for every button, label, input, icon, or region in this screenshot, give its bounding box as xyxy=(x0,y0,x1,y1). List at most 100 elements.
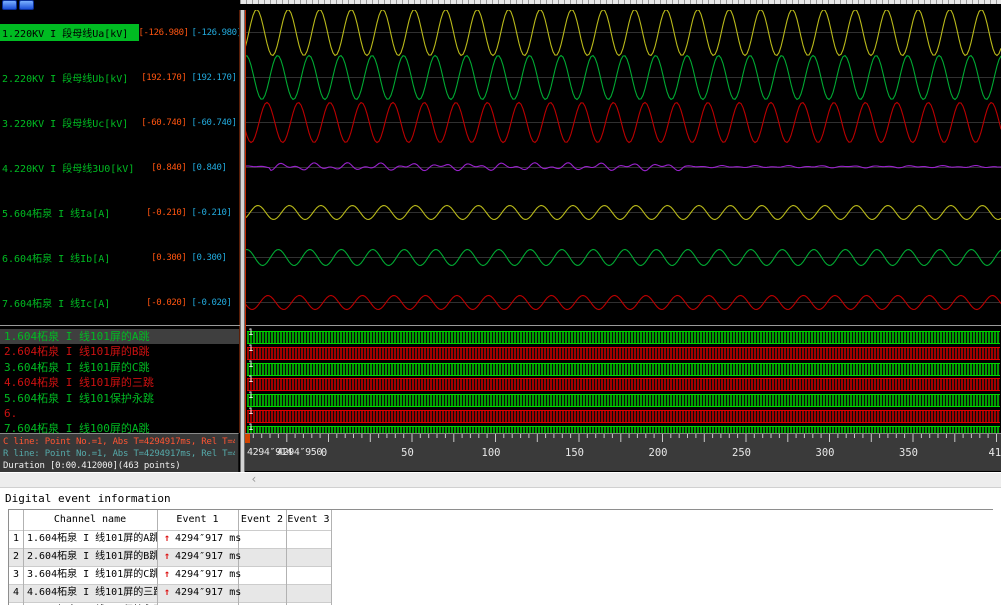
event-3-cell xyxy=(286,566,331,584)
digital-signal-bar xyxy=(247,363,1000,376)
event-row-number: 3 xyxy=(9,566,23,584)
analog-channel-name: 1.220KV I 段母线Ua[kV] xyxy=(0,24,139,41)
clipped-titlebar-text xyxy=(240,0,1001,4)
digital-state-flag: 1 xyxy=(248,391,253,401)
event-time: 4294″917 ms xyxy=(175,569,241,580)
event-1-cell: ↑4294″917 ms xyxy=(157,548,245,566)
digital-signal-row[interactable]: 1 xyxy=(245,425,1001,433)
analog-channel-value-primary: [-0.210] xyxy=(139,208,187,218)
digital-state-flag: 1 xyxy=(248,407,253,417)
digital-waveform-panel[interactable]: 1111111 xyxy=(245,326,1001,433)
analog-channel-name: 3.220KV I 段母线Uc[kV] xyxy=(0,114,139,131)
event-1-cell: ↑ 4294″917 ms xyxy=(157,530,245,548)
event-table-header-e2: Event 2 xyxy=(238,510,286,530)
event-time: 4294″917 ms xyxy=(175,587,241,598)
event-2-cell xyxy=(238,530,286,548)
digital-signal-row[interactable]: 1 xyxy=(245,330,1001,345)
analog-channel-row[interactable]: 3.220KV I 段母线Uc[kV][-60.740][-60.740] xyxy=(0,100,239,145)
analog-channel-value-secondary: [-126.980] xyxy=(192,28,239,38)
analog-channel-row[interactable]: 4.220KV I 段母线3U0[kV][0.840][0.840] xyxy=(0,145,239,190)
digital-channel-row[interactable]: 2.604柘泉 I 线101屏的B跳 xyxy=(0,344,239,359)
analog-channel-value-secondary: [192.170] xyxy=(191,73,239,83)
analog-channel-value-primary: [0.300] xyxy=(139,253,187,263)
waveform-analyzer-window: 1.220KV I 段母线Ua[kV][-126.980][-126.980]2… xyxy=(0,0,1001,605)
trip-rise-arrow-icon: ↑ xyxy=(164,569,170,580)
analog-waveform-svg xyxy=(245,10,1001,325)
digital-channel-row[interactable]: 4.604柘泉 I 线101屏的三跳 xyxy=(0,375,239,390)
svg-text:150: 150 xyxy=(565,447,584,459)
analog-channel-value-secondary: [-0.020] xyxy=(191,298,239,308)
digital-signal-bar xyxy=(247,426,1000,433)
analog-channel-row[interactable]: 1.220KV I 段母线Ua[kV][-126.980][-126.980] xyxy=(0,10,239,55)
cursor-line[interactable] xyxy=(245,10,246,433)
event-time: 4294″917 ms xyxy=(175,533,241,544)
analog-channel-row[interactable]: 5.604柘泉 I 线Ia[A][-0.210][-0.210] xyxy=(0,190,239,235)
top-toolbar-strip xyxy=(0,0,1001,10)
svg-text:350: 350 xyxy=(899,447,918,459)
svg-text:300: 300 xyxy=(816,447,835,459)
analog-channel-value-primary: [192.170] xyxy=(139,73,187,83)
analog-channel-value-secondary: [0.840] xyxy=(191,163,239,173)
digital-state-flag: 1 xyxy=(248,360,253,370)
analog-channel-row[interactable]: 6.604柘泉 I 线Ib[A][0.300][0.300] xyxy=(0,235,239,280)
trip-rise-arrow-icon: ↑ xyxy=(164,587,170,598)
analog-channel-name: 5.604柘泉 I 线Ia[A] xyxy=(0,204,139,221)
digital-signal-bar xyxy=(247,378,1000,391)
trip-rise-arrow-icon: ↑ xyxy=(164,533,170,544)
digital-signal-row[interactable]: 1 xyxy=(245,393,1001,408)
analog-channel-row[interactable]: 7.604柘泉 I 线Ic[A][-0.020][-0.020] xyxy=(0,280,239,325)
analog-channel-name: 4.220KV I 段母线3U0[kV] xyxy=(0,159,139,176)
digital-signal-bar xyxy=(247,394,1000,407)
digital-signal-bar xyxy=(247,331,1000,344)
event-channel-name: 4.604柘泉 I 线101屏的三跳 xyxy=(23,584,157,602)
event-1-cell: ↑ 4294″917 ms xyxy=(157,566,245,584)
event-2-cell xyxy=(238,548,286,566)
event-time: 4294″917 ms xyxy=(175,551,241,562)
analog-channel-value-secondary: [-60.740] xyxy=(191,118,239,128)
digital-signal-row[interactable]: 1 xyxy=(245,362,1001,377)
axis-abs-label: 4294″950 xyxy=(277,447,322,458)
axis-cursor-marker[interactable] xyxy=(245,434,250,443)
analog-channel-name: 6.604柘泉 I 线Ib[A] xyxy=(0,249,139,266)
analog-channel-value-secondary: [0.300] xyxy=(191,253,239,263)
digital-signal-bar xyxy=(247,410,1000,423)
event-3-cell xyxy=(286,548,331,566)
digital-channel-row[interactable]: 3.604柘泉 I 线101屏的C跳 xyxy=(0,360,239,375)
event-3-cell xyxy=(286,530,331,548)
analog-channel-value-primary: [-60.740] xyxy=(139,118,187,128)
analog-channel-name: 2.220KV I 段母线Ub[kV] xyxy=(0,69,139,86)
digital-signal-row[interactable]: 1 xyxy=(245,346,1001,361)
digital-channel-row[interactable]: 1.604柘泉 I 线101屏的A跳 xyxy=(0,329,239,344)
digital-state-flag: 1 xyxy=(248,328,253,338)
toolbar-icon[interactable] xyxy=(2,0,17,10)
event-3-cell xyxy=(286,584,331,602)
toolbar-icon[interactable] xyxy=(19,0,34,10)
scroll-left-arrow-icon[interactable]: ‹ xyxy=(247,473,261,487)
horizontal-scrollbar[interactable]: ‹ xyxy=(0,472,1001,487)
digital-signal-bar xyxy=(247,347,1000,360)
event-row-number: 4 xyxy=(9,584,23,602)
digital-channel-list: 1.604柘泉 I 线101屏的A跳2.604柘泉 I 线101屏的B跳3.60… xyxy=(0,326,240,433)
analog-waveform-panel[interactable] xyxy=(245,10,1001,325)
event-2-cell xyxy=(238,584,286,602)
cursor-status-panel: C line: Point No.=1, Abs T=4294917ms, Re… xyxy=(0,433,239,472)
digital-channel-row[interactable]: 5.604柘泉 I 线101保护永跳 xyxy=(0,391,239,406)
event-table-header-e3: Event 3 xyxy=(286,510,331,530)
analog-channel-value-primary: [-0.020] xyxy=(139,298,187,308)
analog-channel-value-primary: [-126.980] xyxy=(139,28,187,38)
digital-channel-row[interactable]: 7.604柘泉 I 线100屏的A跳 xyxy=(0,421,239,433)
time-axis-svg: 050100150200250300350410 xyxy=(245,434,1001,471)
status-duration: Duration [0:00.412000](463 points) xyxy=(3,460,235,472)
event-info-section: Digital event information Channel nameEv… xyxy=(0,487,1001,605)
analog-channel-list: 1.220KV I 段母线Ua[kV][-126.980][-126.980]2… xyxy=(0,10,240,325)
digital-signal-row[interactable]: 1 xyxy=(245,409,1001,424)
analog-channel-value-primary: [0.840] xyxy=(139,163,187,173)
svg-text:200: 200 xyxy=(649,447,668,459)
analog-channel-value-secondary: [-0.210] xyxy=(191,208,239,218)
event-channel-name: 2.604柘泉 I 线101屏的B跳 xyxy=(23,548,157,566)
digital-signal-row[interactable]: 1 xyxy=(245,377,1001,392)
time-axis[interactable]: 050100150200250300350410 4294″914 4294″9… xyxy=(245,433,1001,471)
svg-text:250: 250 xyxy=(732,447,751,459)
digital-channel-row[interactable]: 6. xyxy=(0,406,239,421)
analog-channel-row[interactable]: 2.220KV I 段母线Ub[kV][192.170][192.170] xyxy=(0,55,239,100)
